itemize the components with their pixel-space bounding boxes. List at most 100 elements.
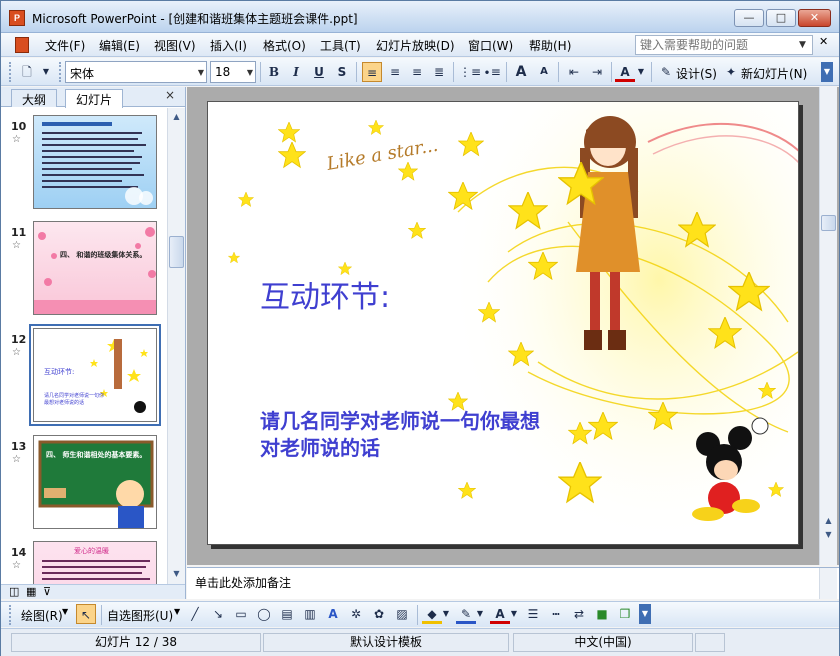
slide-thumbnail[interactable]: 四、 和谐的班级集体关系。 [33, 221, 157, 315]
italic-button[interactable]: I [286, 62, 306, 82]
chevron-down-icon[interactable]: ▼ [174, 607, 180, 616]
underline-button[interactable]: U [309, 62, 329, 82]
diagram-icon[interactable]: ✲ [346, 604, 366, 624]
minimize-button[interactable]: — [734, 9, 764, 27]
arrow-icon[interactable]: ↘ [208, 604, 228, 624]
numbering-icon[interactable]: ⋮≡ [459, 62, 481, 82]
bullets-icon[interactable]: ∙≡ [482, 62, 502, 82]
clip-art-icon[interactable]: ✿ [369, 604, 389, 624]
previous-slide-icon[interactable]: ▲ [821, 513, 836, 528]
justify-icon[interactable]: ≣ [429, 62, 449, 82]
slide-thumbnail[interactable] [33, 115, 157, 209]
design-button[interactable]: 设计(S) [676, 65, 717, 82]
powerpoint-app-icon[interactable]: P [9, 10, 25, 26]
align-left-icon[interactable]: ≡ [362, 62, 382, 82]
shadow-style-icon[interactable]: ■ [592, 604, 612, 624]
vertical-text-box-icon[interactable]: ▥ [300, 604, 320, 624]
menu-help[interactable]: 帮助(H) [529, 37, 571, 54]
toolbar-grip[interactable] [9, 605, 13, 625]
font-name-combo[interactable]: 宋体 ▼ [65, 61, 207, 83]
current-slide[interactable]: Like a star... 互动环节: 请几名同学对老师说一句你最想对老师说的… [207, 101, 799, 545]
normal-view-icon[interactable]: ◫ [9, 585, 19, 599]
arrow-style-icon[interactable]: ⇄ [569, 604, 589, 624]
dash-style-icon[interactable]: ┅ [546, 604, 566, 624]
maximize-button[interactable]: □ [766, 9, 796, 27]
scroll-thumb[interactable] [821, 215, 836, 231]
toolbar-grip[interactable] [9, 62, 13, 82]
decrease-indent-icon[interactable]: ⇤ [564, 62, 584, 82]
menu-slideshow[interactable]: 幻灯片放映(D) [376, 37, 455, 54]
menu-tools[interactable]: 工具(T) [320, 37, 361, 54]
line-style-icon[interactable]: ☰ [523, 604, 543, 624]
notes-placeholder[interactable]: 单击此处添加备注 [195, 574, 291, 591]
font-color-button[interactable]: A [615, 62, 635, 82]
chevron-down-icon[interactable]: ▼ [509, 604, 519, 624]
chevron-down-icon[interactable]: ▼ [475, 604, 485, 624]
editor-scrollbar[interactable]: ▲ ▼ [819, 87, 837, 565]
slide-sorter-icon[interactable]: ▦ [26, 585, 36, 599]
close-button[interactable]: ✕ [798, 9, 831, 27]
font-color-dropdown-icon[interactable]: ▼ [635, 62, 647, 82]
toolbar-overflow-icon[interactable]: ▼ [821, 62, 833, 82]
tab-outline[interactable]: 大纲 [11, 89, 58, 107]
shrink-font-button[interactable]: A [534, 62, 554, 82]
oval-icon[interactable]: ◯ [254, 604, 274, 624]
grow-font-button[interactable]: A [511, 62, 531, 82]
shadow-button[interactable]: S [332, 62, 352, 82]
scroll-thumb[interactable] [169, 236, 184, 268]
line-color-icon[interactable]: ✎ [456, 604, 476, 624]
help-dropdown-icon[interactable]: ▼ [799, 40, 806, 50]
rectangle-icon[interactable]: ▭ [231, 604, 251, 624]
chevron-down-icon[interactable]: ▼ [441, 604, 451, 624]
bold-button[interactable]: B [264, 62, 284, 82]
slide-title[interactable]: 互动环节: [260, 272, 390, 316]
notes-pane[interactable]: 单击此处添加备注 [187, 567, 839, 599]
menu-file[interactable]: 文件(F) [45, 37, 85, 54]
thumbnail-scrollbar[interactable]: ▲ ▼ [167, 108, 185, 584]
new-document-icon[interactable]: 🗋 [17, 62, 37, 82]
fill-color-icon[interactable]: ◆ [422, 604, 442, 624]
line-icon[interactable]: ╱ [185, 604, 205, 624]
scroll-up-icon[interactable]: ▲ [169, 109, 184, 124]
help-search-input[interactable] [635, 35, 813, 55]
design-template-name[interactable]: 默认设计模板 [263, 633, 509, 652]
toolbar-overflow-icon[interactable]: ▼ [639, 604, 651, 624]
font-color-icon[interactable]: A [490, 604, 510, 624]
new-slide-icon[interactable]: ✦ [721, 62, 741, 82]
scroll-down-icon[interactable]: ▼ [169, 566, 184, 581]
menu-insert[interactable]: 插入(I) [210, 37, 247, 54]
autoshapes-button[interactable]: 自选图形(U) [107, 607, 173, 624]
notes-scrollbar[interactable] [819, 568, 837, 599]
document-icon[interactable] [15, 37, 29, 53]
chevron-down-icon[interactable]: ▼ [62, 607, 68, 616]
toolbar-options-icon[interactable]: ▼ [39, 62, 53, 82]
slide-thumbnail[interactable]: 爱心的温暖 [33, 541, 157, 584]
slide-body-text[interactable]: 请几名同学对老师说一句你最想对老师说的话 [260, 408, 540, 462]
select-pointer-icon[interactable]: ↖ [76, 604, 96, 624]
menu-view[interactable]: 视图(V) [154, 37, 196, 54]
increase-indent-icon[interactable]: ⇥ [587, 62, 607, 82]
slide-thumbnail-selected[interactable]: 互动环节: 请几名同学对老师说一句你最想对老师说的话 [29, 324, 161, 426]
next-slide-icon[interactable]: ▼ [821, 527, 836, 542]
chevron-down-icon[interactable]: ▼ [247, 68, 253, 77]
font-size-combo[interactable]: 18 ▼ [210, 61, 256, 83]
chevron-down-icon[interactable]: ▼ [198, 68, 204, 77]
slideshow-icon[interactable]: ⊽ [43, 585, 51, 599]
draw-menu-button[interactable]: 绘图(R) [21, 607, 63, 624]
slide-thumbnail[interactable]: 四、 师生和谐相处的基本要素。 [33, 435, 157, 529]
menu-window[interactable]: 窗口(W) [468, 37, 513, 54]
align-right-icon[interactable]: ≡ [407, 62, 427, 82]
tab-slides[interactable]: 幻灯片 [65, 89, 124, 108]
wordart-icon[interactable]: A [323, 604, 343, 624]
toolbar-grip[interactable] [59, 62, 63, 82]
align-center-icon[interactable]: ≡ [385, 62, 405, 82]
text-box-icon[interactable]: ▤ [277, 604, 297, 624]
picture-icon[interactable]: ▨ [392, 604, 412, 624]
design-icon[interactable]: ✎ [656, 62, 676, 82]
3d-style-icon[interactable]: ❒ [615, 604, 635, 624]
menu-format[interactable]: 格式(O) [263, 37, 306, 54]
close-document-icon[interactable]: ✕ [819, 35, 828, 48]
menu-edit[interactable]: 编辑(E) [99, 37, 140, 54]
new-slide-button[interactable]: 新幻灯片(N) [741, 65, 807, 82]
pane-close-icon[interactable]: × [165, 88, 175, 102]
